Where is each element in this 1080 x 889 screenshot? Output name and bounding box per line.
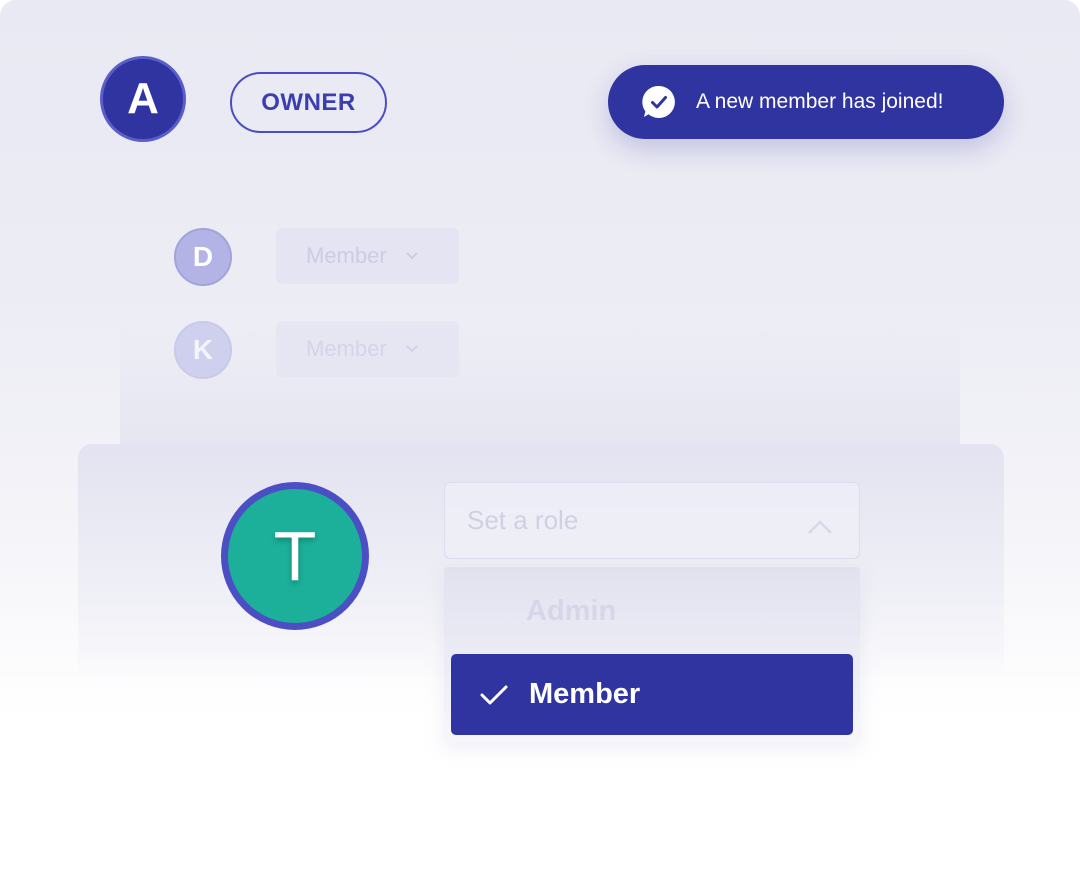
- member-role-select[interactable]: Member: [276, 228, 459, 284]
- member-avatar-initial: D: [192, 241, 214, 272]
- chevron-down-icon: [405, 248, 419, 264]
- toast-message: A new member has joined!: [696, 90, 944, 113]
- member-list-backdrop: [120, 320, 960, 450]
- member-avatar-initial: K: [192, 334, 214, 365]
- member-role-select[interactable]: Member: [276, 321, 459, 377]
- member-role-label: Member: [306, 243, 387, 268]
- role-dropdown-menu: Admin Member: [444, 567, 860, 742]
- role-option-member-label: Member: [529, 678, 641, 710]
- member-row: K: [174, 321, 232, 379]
- owner-avatar: A: [100, 56, 186, 142]
- member-row: D: [174, 228, 232, 286]
- stage: A OWNER A new member has joined! D Membe…: [0, 0, 1080, 889]
- chevron-up-icon: [807, 511, 833, 542]
- owner-badge: OWNER: [230, 72, 387, 133]
- check-icon: [479, 680, 509, 710]
- member-avatar: K: [174, 321, 232, 379]
- member-joined-toast[interactable]: A new member has joined!: [608, 65, 1004, 139]
- owner-avatar-initial: A: [127, 74, 159, 123]
- new-member-avatar: T: [221, 482, 369, 630]
- member-role-label: Member: [306, 336, 387, 361]
- new-member-avatar-initial: T: [273, 517, 317, 595]
- member-avatar: D: [174, 228, 232, 286]
- role-option-admin[interactable]: Admin: [526, 595, 616, 628]
- role-select-placeholder: Set a role: [467, 505, 579, 535]
- owner-badge-label: OWNER: [261, 88, 356, 116]
- chevron-down-icon: [405, 341, 419, 357]
- role-select[interactable]: Set a role: [444, 482, 860, 559]
- chat-check-icon: [640, 83, 678, 121]
- role-option-member[interactable]: Member: [451, 654, 853, 735]
